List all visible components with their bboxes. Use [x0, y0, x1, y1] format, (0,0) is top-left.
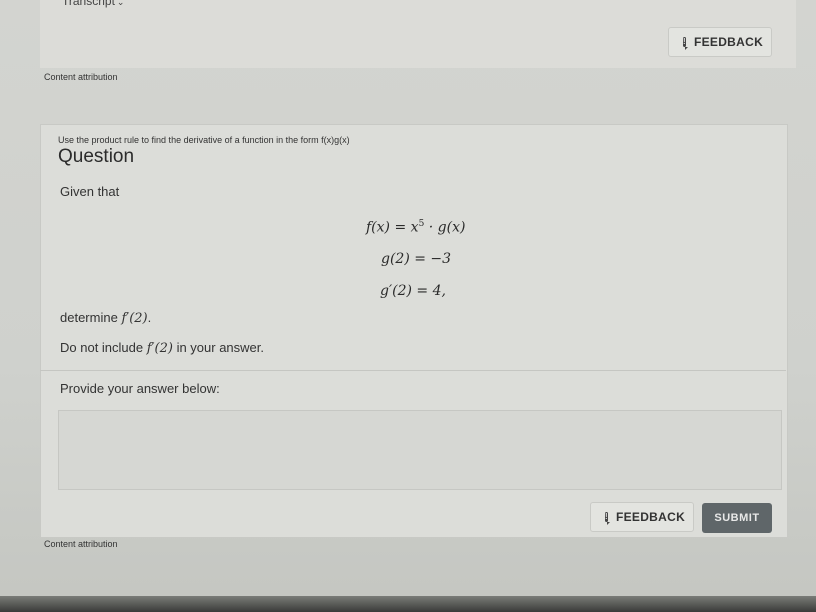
- question-instruction: Use the product rule to find the derivat…: [58, 135, 350, 145]
- divider: [40, 370, 786, 371]
- page: Transcript ⌄ ! FEEDBACK Content attributi…: [0, 0, 816, 612]
- answer-label: Provide your answer below:: [60, 381, 220, 396]
- equation-f-tail: · g(x): [428, 219, 466, 236]
- question-title: Question: [58, 146, 135, 167]
- note-text: Do not include f′(2) in your answer.: [60, 340, 264, 356]
- feedback-label: FEEDBACK: [693, 35, 764, 49]
- equation-g-prime: g′(2) = 4,: [380, 283, 446, 299]
- note-suffix: in your answer.: [176, 340, 264, 355]
- determine-text: determine f′(2).: [60, 310, 151, 326]
- determine-math: f′(2): [121, 311, 148, 326]
- feedback-label: FEEDBACK: [615, 510, 686, 524]
- transcript-label: Transcript: [62, 0, 115, 8]
- content-attribution-link-top[interactable]: Content attribution: [44, 72, 118, 82]
- feedback-icon: !: [605, 512, 610, 525]
- content-attribution-link-bottom[interactable]: Content attribution: [44, 539, 118, 549]
- transcript-toggle[interactable]: Transcript ⌄: [62, 0, 124, 8]
- note-math: f′(2): [146, 341, 173, 356]
- equation-f: f(x) = x5 · g(x): [366, 219, 465, 236]
- submit-button[interactable]: SUBMIT: [702, 503, 772, 533]
- determine-prefix: determine: [60, 310, 118, 325]
- chevron-down-icon: ⌄: [116, 0, 125, 7]
- feedback-icon: !: [683, 37, 688, 50]
- equation-f-lhs: f(x): [366, 219, 391, 236]
- note-prefix: Do not include: [60, 340, 144, 355]
- determine-suffix: .: [147, 310, 152, 325]
- equals-sign: =: [394, 219, 407, 236]
- feedback-button-bottom[interactable]: ! FEEDBACK: [590, 502, 694, 532]
- answer-input[interactable]: [58, 410, 782, 490]
- equation-f-base: x: [410, 219, 419, 236]
- given-text: Given that: [60, 184, 120, 199]
- screen-bezel: [0, 596, 816, 612]
- equation-g: g(2) = −3: [381, 251, 452, 267]
- feedback-button-top[interactable]: ! FEEDBACK: [668, 27, 772, 57]
- equation-f-exponent: 5: [418, 219, 425, 229]
